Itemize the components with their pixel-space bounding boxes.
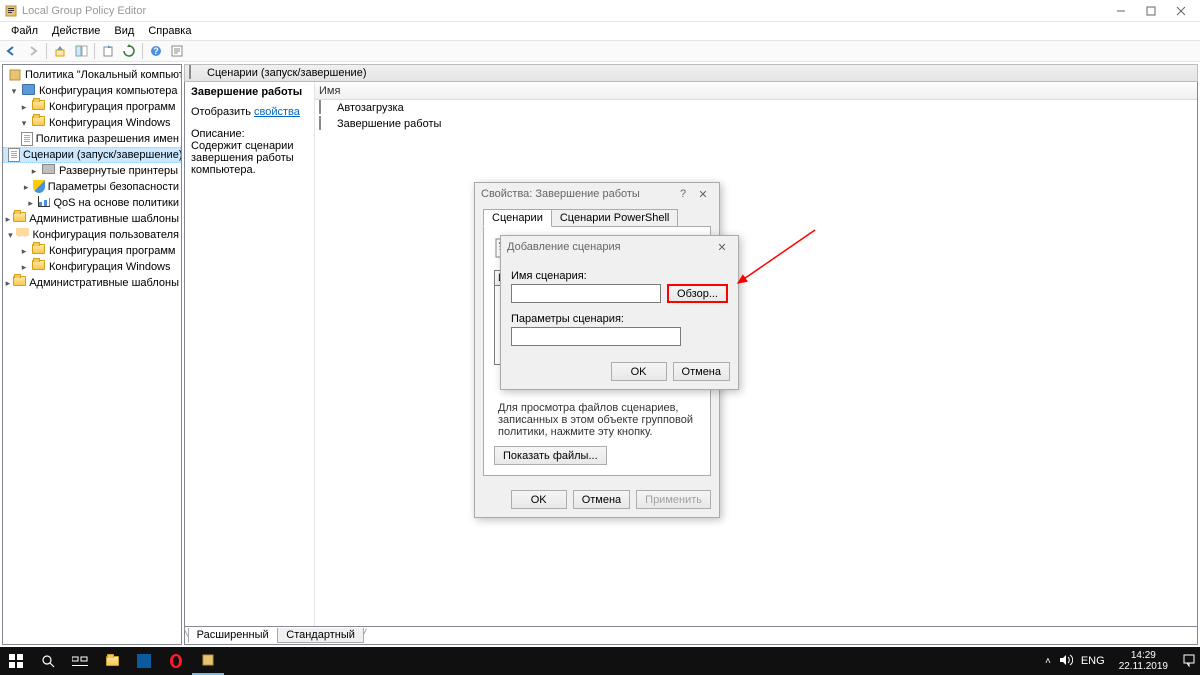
chevron-down-icon[interactable]: ▾ <box>19 118 29 128</box>
tree-computer-config[interactable]: ▾Конфигурация компьютера <box>3 83 181 99</box>
back-button[interactable] <box>2 42 22 60</box>
cancel-button[interactable]: Отмена <box>573 490 630 509</box>
tree-security[interactable]: ▸Параметры безопасности <box>3 179 181 195</box>
toolbar: ? <box>0 40 1200 62</box>
chevron-right-icon[interactable]: ▸ <box>6 214 11 224</box>
dialog-titlebar[interactable]: Добавление сценария ✕ <box>501 236 738 258</box>
description-text: Содержит сценарии завершения работы комп… <box>191 140 308 176</box>
list-item[interactable]: Автозагрузка <box>315 100 1197 116</box>
chevron-right-icon[interactable]: ▸ <box>6 278 11 288</box>
script-name-input[interactable] <box>511 284 661 303</box>
tray-lang[interactable]: ENG <box>1081 655 1105 667</box>
chevron-right-icon[interactable]: ▸ <box>29 166 39 176</box>
tray-clock[interactable]: 14:29 22.11.2019 <box>1113 650 1174 672</box>
dialog-close-button[interactable]: ✕ <box>693 188 713 201</box>
tree-admin-templates[interactable]: ▸Административные шаблоны <box>3 211 181 227</box>
script-icon <box>189 66 203 80</box>
menubar: Файл Действие Вид Справка <box>0 22 1200 40</box>
script-name-label: Имя сценария: <box>511 270 728 282</box>
script-icon <box>319 101 333 115</box>
gpedit-taskbar-icon[interactable] <box>192 647 224 675</box>
selected-item-title: Завершение работы <box>191 86 308 98</box>
tree-scripts[interactable]: Сценарии (запуск/завершение) <box>3 147 181 163</box>
tab-extended[interactable]: Расширенный <box>188 628 278 643</box>
window-minimize[interactable] <box>1106 1 1136 21</box>
tab-standard[interactable]: Стандартный <box>277 628 364 643</box>
content-header-title: Сценарии (запуск/завершение) <box>207 67 366 79</box>
dialog-title: Свойства: Завершение работы <box>481 188 673 200</box>
tab-scripts[interactable]: Сценарии <box>483 209 552 227</box>
apply-button[interactable]: Применить <box>636 490 711 509</box>
tree-printers[interactable]: ▸Развернутые принтеры <box>3 163 181 179</box>
refresh-button[interactable] <box>119 42 139 60</box>
cancel-button[interactable]: Отмена <box>673 362 730 381</box>
chevron-right-icon[interactable]: ▸ <box>19 102 29 112</box>
chevron-right-icon[interactable]: ▸ <box>26 198 35 208</box>
tree-u-program-config[interactable]: ▸Конфигурация программ <box>3 243 181 259</box>
tree-u-windows-config[interactable]: ▸Конфигурация Windows <box>3 259 181 275</box>
script-params-label: Параметры сценария: <box>511 313 728 325</box>
search-button[interactable] <box>32 647 64 675</box>
window-close[interactable] <box>1166 1 1196 21</box>
start-button[interactable] <box>0 647 32 675</box>
help-button[interactable]: ? <box>146 42 166 60</box>
chevron-down-icon[interactable]: ▾ <box>7 230 13 240</box>
chevron-right-icon[interactable]: ▸ <box>19 246 29 256</box>
script-icon <box>319 117 333 131</box>
tree-windows-config[interactable]: ▾Конфигурация Windows <box>3 115 181 131</box>
add-scenario-dialog: Добавление сценария ✕ Имя сценария: Обзо… <box>500 235 739 390</box>
chevron-right-icon[interactable]: ▸ <box>22 182 29 192</box>
menu-help[interactable]: Справка <box>141 23 198 39</box>
display-prefix: Отобразить <box>191 106 254 118</box>
list-column-name[interactable]: Имя <box>315 82 1197 100</box>
tree-qos[interactable]: ▸QoS на основе политики <box>3 195 181 211</box>
hint-text: Для просмотра файлов сценариев, записанн… <box>494 390 700 446</box>
tray-notifications-icon[interactable] <box>1182 653 1196 670</box>
ok-button[interactable]: OK <box>611 362 667 381</box>
list-item[interactable]: Завершение работы <box>315 116 1197 132</box>
tab-powershell[interactable]: Сценарии PowerShell <box>551 209 679 227</box>
content-tabs: ╲ Расширенный ╱ Стандартный ╱ <box>184 627 1198 645</box>
tray-volume-icon[interactable] <box>1059 654 1073 669</box>
ok-button[interactable]: OK <box>511 490 567 509</box>
export-button[interactable] <box>98 42 118 60</box>
content-header: Сценарии (запуск/завершение) <box>184 64 1198 82</box>
filter-button[interactable] <box>167 42 187 60</box>
menu-action[interactable]: Действие <box>45 23 107 39</box>
titlebar-title: Local Group Policy Editor <box>22 5 1106 17</box>
explorer-taskbar-icon[interactable] <box>96 647 128 675</box>
tree-name-resolution[interactable]: Политика разрешения имен <box>3 131 181 147</box>
dialog-close-button[interactable]: ✕ <box>712 241 732 254</box>
opera-taskbar-icon[interactable] <box>160 647 192 675</box>
dialog-title: Добавление сценария <box>507 241 712 253</box>
taskbar: ˄ ENG 14:29 22.11.2019 <box>0 647 1200 675</box>
description-label: Описание: <box>191 128 308 140</box>
menu-view[interactable]: Вид <box>107 23 141 39</box>
up-button[interactable] <box>50 42 70 60</box>
script-params-input[interactable] <box>511 327 681 346</box>
menu-file[interactable]: Файл <box>4 23 45 39</box>
window-maximize[interactable] <box>1136 1 1166 21</box>
properties-link[interactable]: свойства <box>254 106 300 118</box>
tree-user-config[interactable]: ▾Конфигурация пользователя <box>3 227 181 243</box>
app-taskbar-icon[interactable] <box>128 647 160 675</box>
tree-program-config[interactable]: ▸Конфигурация программ <box>3 99 181 115</box>
chevron-down-icon[interactable]: ▾ <box>9 86 19 96</box>
tree-root[interactable]: Политика "Локальный компьютер" <box>3 67 181 83</box>
forward-button[interactable] <box>23 42 43 60</box>
svg-text:?: ? <box>153 46 159 56</box>
tree-u-admin-templates[interactable]: ▸Административные шаблоны <box>3 275 181 291</box>
chevron-right-icon[interactable]: ▸ <box>19 262 29 272</box>
show-hide-button[interactable] <box>71 42 91 60</box>
titlebar: Local Group Policy Editor <box>0 0 1200 22</box>
app-icon <box>4 4 18 18</box>
browse-button[interactable]: Обзор... <box>667 284 728 303</box>
dialog-titlebar[interactable]: Свойства: Завершение работы ? ✕ <box>475 183 719 205</box>
dialog-help-button[interactable]: ? <box>673 188 693 200</box>
tree-panel[interactable]: Политика "Локальный компьютер" ▾Конфигур… <box>2 64 182 645</box>
show-files-button[interactable]: Показать файлы... <box>494 446 607 465</box>
task-view-button[interactable] <box>64 647 96 675</box>
tray-chevron-up-icon[interactable]: ˄ <box>1045 656 1051 667</box>
